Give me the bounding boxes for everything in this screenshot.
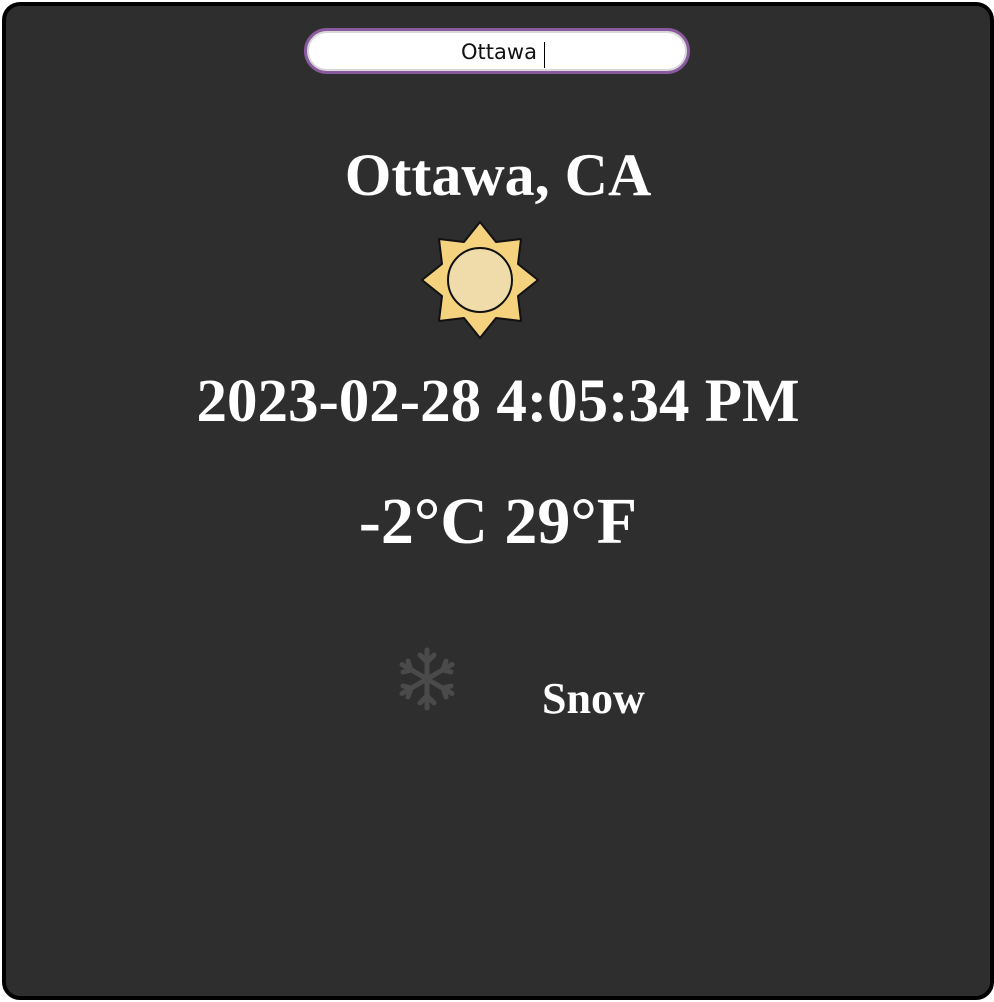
search-field-container[interactable]: [304, 28, 690, 74]
weather-app-window: Ottawa, CA 2023-02-28 4:05:34 PM -2°C 29…: [2, 2, 994, 1000]
temperature-label: -2°C 29°F: [358, 485, 638, 558]
datetime-label: 2023-02-28 4:05:34 PM: [196, 368, 800, 435]
search-input[interactable]: [317, 35, 681, 69]
location-title: Ottawa, CA: [344, 142, 652, 208]
snowflake-icon: [394, 646, 460, 712]
condition-label: Snow: [542, 674, 645, 723]
text-caret: [544, 42, 545, 68]
sun-icon: [416, 216, 544, 344]
